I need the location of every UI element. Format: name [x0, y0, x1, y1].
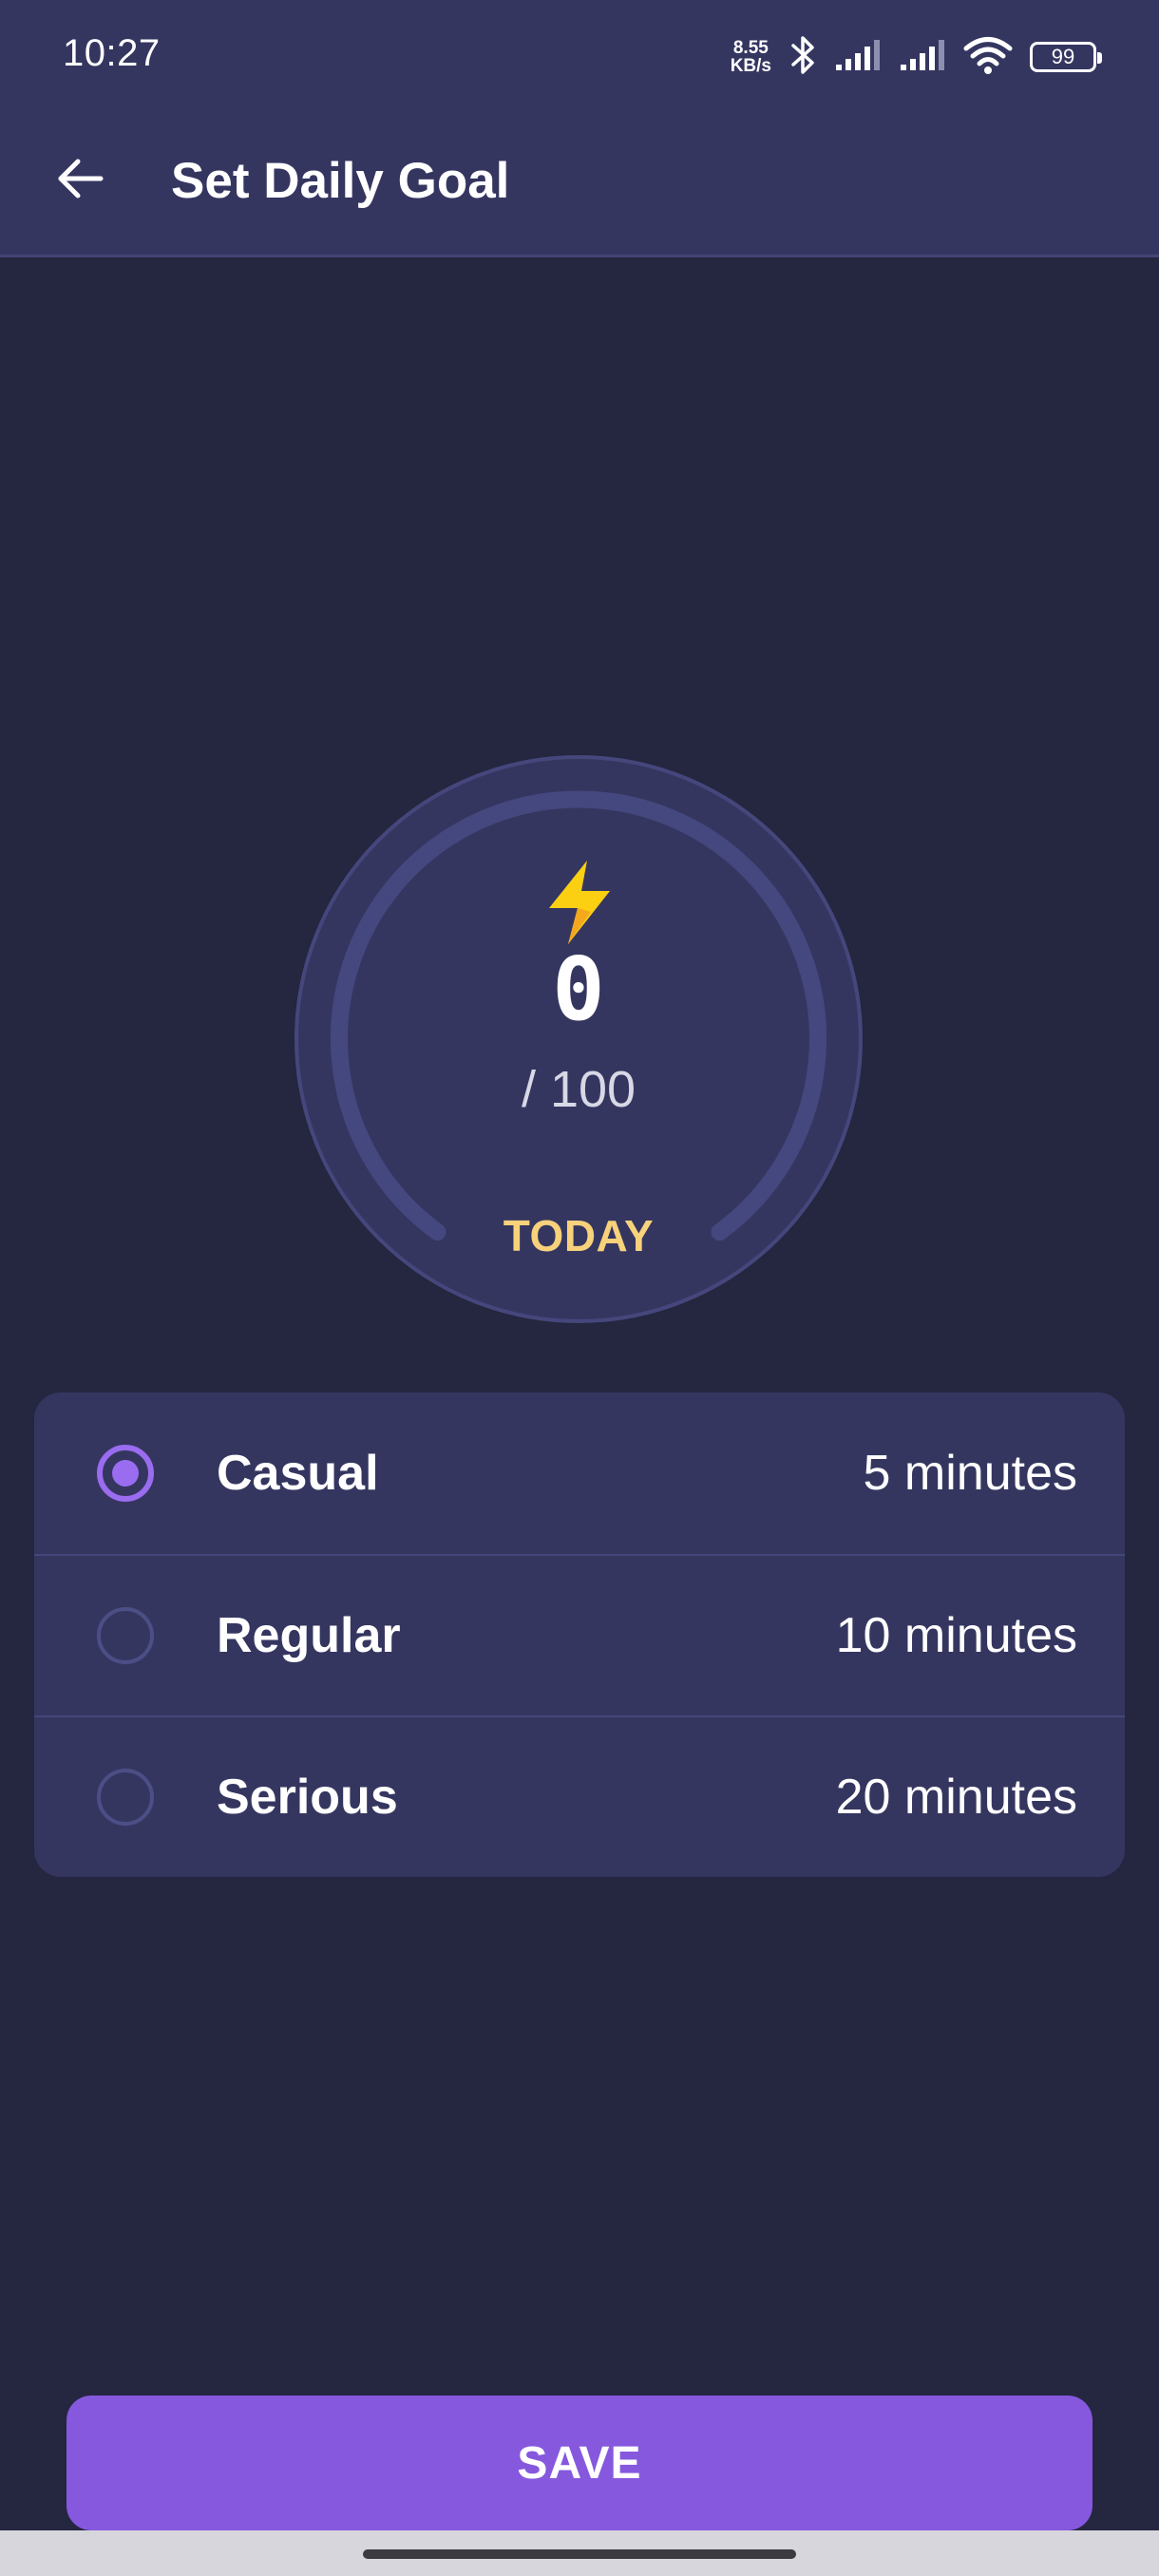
option-label: Casual [217, 1446, 379, 1501]
signal-icon [899, 38, 946, 77]
app-header: 10:27 8.55 KB/s 99 Set Daily Goal [0, 0, 1159, 257]
goal-total: / 100 [521, 1061, 636, 1118]
lightning-bolt-icon [543, 859, 616, 946]
goal-progress-value: 0 [552, 938, 605, 1040]
screen: 10:27 8.55 KB/s 99 Set Daily Goal 0 / 10… [0, 0, 1159, 2576]
option-duration: 10 minutes [835, 1608, 1077, 1663]
option-label: Serious [217, 1770, 398, 1825]
radio-button[interactable] [97, 1607, 154, 1664]
option-duration: 5 minutes [863, 1446, 1077, 1501]
bluetooth-icon [788, 34, 817, 81]
option-casual[interactable]: Casual 5 minutes [34, 1392, 1125, 1554]
network-speed: 8.55 KB/s [731, 39, 771, 75]
arrow-left-icon [53, 152, 106, 210]
home-indicator[interactable] [363, 2549, 796, 2559]
network-speed-unit: KB/s [730, 56, 771, 76]
option-serious[interactable]: Serious 20 minutes [34, 1715, 1125, 1877]
radio-button[interactable] [97, 1769, 154, 1826]
option-regular[interactable]: Regular 10 minutes [34, 1554, 1125, 1715]
option-label: Regular [217, 1608, 401, 1663]
radio-button[interactable] [97, 1445, 154, 1502]
back-button[interactable] [42, 142, 118, 218]
network-speed-value: 8.55 [732, 38, 769, 58]
status-time: 10:27 [63, 32, 161, 74]
battery-level: 99 [1051, 45, 1075, 68]
wifi-icon [963, 36, 1013, 79]
option-duration: 20 minutes [835, 1770, 1077, 1825]
goal-options-list: Casual 5 minutes Regular 10 minutes Seri… [34, 1392, 1125, 1877]
gesture-navigation-bar [0, 2530, 1159, 2576]
daily-goal-ring: 0 / 100 TODAY [294, 754, 864, 1324]
save-button[interactable]: SAVE [66, 2396, 1092, 2530]
signal-icon [834, 38, 882, 77]
status-icons: 8.55 KB/s 99 [731, 32, 1102, 82]
battery-icon: 99 [1030, 42, 1102, 72]
page-title: Set Daily Goal [171, 153, 510, 209]
goal-today-label: TODAY [503, 1211, 655, 1260]
